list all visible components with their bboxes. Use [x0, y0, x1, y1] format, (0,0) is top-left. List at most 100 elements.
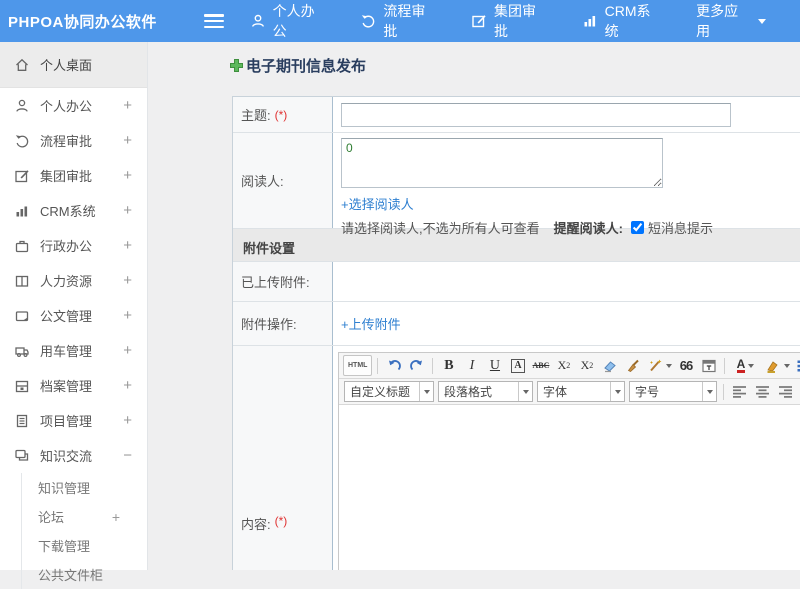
nav-personal-office[interactable]: 个人办公 — [250, 1, 327, 41]
sidebar-item-label: 知识交流 — [40, 449, 93, 464]
insert-date-icon[interactable] — [698, 355, 719, 376]
blockquote-button[interactable]: 66 — [675, 355, 696, 376]
expand-icon[interactable]: + — [123, 237, 147, 254]
sidebar-item-knowledge-exchange[interactable]: 知识交流 − — [0, 438, 147, 473]
briefcase-icon — [14, 238, 30, 254]
underline-button[interactable]: U — [484, 355, 505, 376]
sidebar-subitem-forum[interactable]: 论坛 + — [22, 502, 147, 531]
chevron-down-icon — [665, 363, 672, 368]
sidebar-item-vehicle-mgmt[interactable]: 用车管理 + — [0, 333, 147, 368]
nav-more-apps[interactable]: 更多应用 — [696, 1, 766, 41]
expand-icon[interactable]: + — [123, 167, 147, 184]
rich-text-editor: HTML B I U A ABC X2 X 2 66 A 自定义标题 段落格式 … — [338, 352, 800, 570]
upload-attachment-link[interactable]: +上传附件 — [341, 314, 401, 333]
sidebar-item-admin-office[interactable]: 行政办公 + — [0, 228, 147, 263]
magic-wand-icon[interactable] — [645, 355, 673, 376]
sms-remind-checkbox[interactable] — [630, 221, 644, 234]
font-size-select[interactable]: 字号 — [629, 381, 717, 402]
eraser-icon[interactable] — [599, 355, 620, 376]
select-readers-link[interactable]: +选择阅读人 — [341, 194, 414, 213]
html-source-button[interactable]: HTML — [343, 355, 373, 376]
chat-bubbles-icon — [14, 448, 30, 464]
sidebar-item-project-mgmt[interactable]: 项目管理 + — [0, 403, 147, 438]
custom-title-select[interactable]: 自定义标题 — [344, 381, 434, 402]
sidebar-subitem-label: 论坛 — [38, 510, 65, 525]
readers-textarea[interactable]: 0 — [341, 138, 663, 188]
sidebar-item-process-approval[interactable]: 流程审批 + — [0, 123, 147, 158]
chevron-down-icon — [614, 389, 621, 394]
expand-icon[interactable]: + — [123, 412, 147, 429]
expand-icon[interactable]: + — [123, 202, 147, 219]
editor-toolbar-row2: 自定义标题 段落格式 字体 字号 — [339, 379, 800, 405]
bold-button[interactable]: B — [438, 355, 459, 376]
nav-group-approval[interactable]: 集团审批 — [471, 1, 548, 41]
subscript-button[interactable]: X2 — [576, 355, 597, 376]
font-family-select[interactable]: 字体 — [537, 381, 625, 402]
remind-readers-label: 提醒阅读人: — [553, 221, 623, 236]
sidebar-subitem-public-cabinet[interactable]: 公共文件柜 — [22, 560, 147, 589]
bar-chart-icon — [14, 203, 30, 219]
nav-label: 更多应用 — [696, 3, 739, 39]
undo-icon[interactable] — [383, 355, 404, 376]
archive-icon — [14, 378, 30, 394]
edit-icon — [14, 168, 30, 184]
top-navigation: 个人办公 流程审批 集团审批 CRM系统 更多应用 — [250, 1, 800, 41]
expand-icon[interactable]: + — [123, 132, 147, 149]
subject-input[interactable] — [341, 102, 731, 127]
app-logo[interactable]: PHPOA协同办公软件 — [0, 11, 196, 32]
align-center-icon[interactable] — [752, 381, 773, 402]
nav-label: 流程审批 — [383, 3, 426, 39]
green-plus-icon — [229, 58, 244, 73]
expand-icon[interactable]: + — [123, 307, 147, 324]
content-editor-cell: HTML B I U A ABC X2 X 2 66 A 自定义标题 段落格式 … — [333, 346, 800, 570]
ordered-list-button[interactable] — [794, 355, 800, 376]
person-icon — [14, 98, 30, 114]
content-row: 内容: (*) HTML B I U A ABC X 2 X 2 66 A 自定… — [233, 346, 800, 570]
highlight-color-button[interactable] — [762, 355, 792, 376]
sidebar-item-archive-mgmt[interactable]: 档案管理 + — [0, 368, 147, 403]
expand-icon[interactable]: + — [123, 342, 147, 359]
format-brush-icon[interactable] — [622, 355, 643, 376]
sidebar-item-document-mgmt[interactable]: 公文管理 + — [0, 298, 147, 333]
page-title-text: 电子期刊信息发布 — [246, 58, 367, 75]
italic-button[interactable]: I — [461, 355, 482, 376]
nav-label: 个人办公 — [272, 3, 315, 39]
sidebar-item-crm[interactable]: CRM系统 + — [0, 193, 147, 228]
nav-process-approval[interactable]: 流程审批 — [360, 1, 437, 41]
sidebar-subitem-download-mgmt[interactable]: 下载管理 — [22, 531, 147, 560]
expand-icon[interactable]: + — [123, 272, 147, 289]
sidebar-item-group-approval[interactable]: 集团审批 + — [0, 158, 147, 193]
sidebar-item-label: CRM系统 — [40, 204, 96, 219]
document-icon — [14, 308, 30, 324]
readers-hint-line: 请选择阅读人,不选为所有人可查看 提醒阅读人: 短消息提示 — [341, 218, 800, 237]
editor-content-area[interactable] — [339, 405, 800, 570]
process-icon — [14, 133, 30, 149]
superscript-button[interactable]: X2 — [553, 355, 574, 376]
sidebar-item-hr[interactable]: 人力资源 + — [0, 263, 147, 298]
home-icon — [14, 57, 30, 73]
paragraph-format-select[interactable]: 段落格式 — [438, 381, 533, 402]
hamburger-menu-icon[interactable] — [204, 14, 224, 28]
style-box-button[interactable]: A — [511, 358, 525, 373]
uploaded-attachments-cell — [333, 262, 800, 301]
expand-icon[interactable]: + — [112, 509, 147, 525]
readers-hint: 请选择阅读人,不选为所有人可查看 — [341, 221, 540, 236]
sidebar-item-personal-desktop[interactable]: 个人桌面 — [0, 42, 147, 88]
sidebar-item-label: 公文管理 — [40, 309, 93, 324]
chevron-down-icon — [758, 18, 766, 24]
attachment-action-cell: +上传附件 — [333, 302, 800, 345]
nav-crm-system[interactable]: CRM系统 — [582, 1, 662, 41]
sidebar-item-label: 用车管理 — [40, 344, 93, 359]
font-color-button[interactable]: A — [730, 355, 760, 376]
sidebar-item-label: 集团审批 — [40, 169, 93, 184]
sidebar-subitem-knowledge-mgmt[interactable]: 知识管理 — [22, 473, 147, 502]
sidebar-item-personal-office[interactable]: 个人办公 + — [0, 88, 147, 123]
redo-icon[interactable] — [406, 355, 427, 376]
content-label: 内容: — [241, 517, 271, 532]
expand-icon[interactable]: + — [123, 377, 147, 394]
align-left-icon[interactable] — [729, 381, 750, 402]
collapse-icon[interactable]: − — [123, 447, 147, 464]
strikethrough-button[interactable]: ABC — [530, 355, 551, 376]
align-right-icon[interactable] — [775, 381, 796, 402]
expand-icon[interactable]: + — [123, 97, 147, 114]
